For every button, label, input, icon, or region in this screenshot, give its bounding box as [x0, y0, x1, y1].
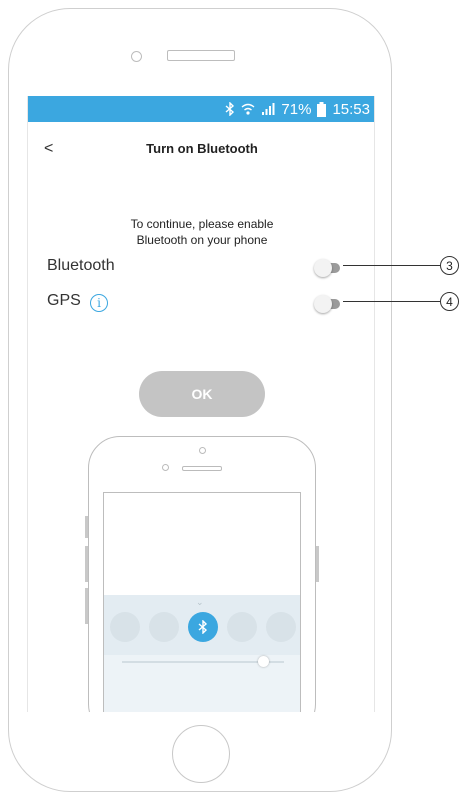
page-title: Turn on Bluetooth — [146, 141, 258, 156]
toggle-knob — [314, 259, 332, 277]
instruction-text: To continue, please enable Bluetooth on … — [130, 217, 274, 247]
earpiece-speaker — [167, 50, 235, 61]
illustration-side-button — [85, 546, 88, 582]
bluetooth-toggle[interactable] — [314, 259, 340, 277]
wifi-icon — [241, 102, 255, 116]
illustration-lens — [162, 464, 169, 471]
control-center-toggles: ⌄ — [104, 595, 300, 655]
control-dot — [110, 612, 140, 642]
illustration-side-button — [85, 516, 88, 538]
bluetooth-icon — [188, 612, 218, 642]
back-button[interactable]: < — [44, 138, 64, 160]
bluetooth-icon — [225, 102, 235, 116]
callout-marker-3: 3 — [440, 256, 459, 275]
status-icons: 71% 15:53 — [225, 99, 370, 119]
front-camera — [131, 51, 142, 62]
chevron-down-icon: ⌄ — [196, 597, 204, 607]
status-bar: 71% 15:53 — [28, 96, 374, 122]
control-dot — [227, 612, 257, 642]
illustration-phone: ⌄ — [88, 436, 316, 712]
illustration-side-button — [316, 546, 319, 582]
callout-line — [343, 265, 440, 266]
control-dot — [149, 612, 179, 642]
phone-screen: 71% 15:53 < Turn on Bluetooth To continu… — [27, 96, 375, 712]
callout-line — [343, 301, 440, 302]
control-center-panel: ⌄ — [104, 595, 300, 712]
gps-label: GPS — [47, 292, 81, 309]
clock: 15:53 — [332, 100, 370, 118]
battery-percent: 71% — [281, 100, 312, 118]
callout-marker-4: 4 — [440, 292, 459, 311]
signal-icon — [261, 102, 275, 116]
info-icon[interactable]: i — [90, 294, 108, 312]
control-dot — [266, 612, 296, 642]
ok-button[interactable]: OK — [139, 371, 265, 417]
illustration-camera — [199, 447, 206, 454]
battery-icon — [317, 101, 327, 117]
toggle-knob — [314, 295, 332, 313]
brightness-slider-thumb — [258, 656, 269, 667]
bluetooth-label: Bluetooth — [47, 257, 115, 274]
illustration-side-button — [85, 588, 88, 624]
illustration-screen: ⌄ — [103, 492, 301, 712]
home-button[interactable] — [172, 725, 230, 783]
chevron-left-icon: < — [44, 140, 54, 157]
gps-toggle[interactable] — [314, 295, 340, 313]
illustration-speaker — [182, 466, 222, 471]
